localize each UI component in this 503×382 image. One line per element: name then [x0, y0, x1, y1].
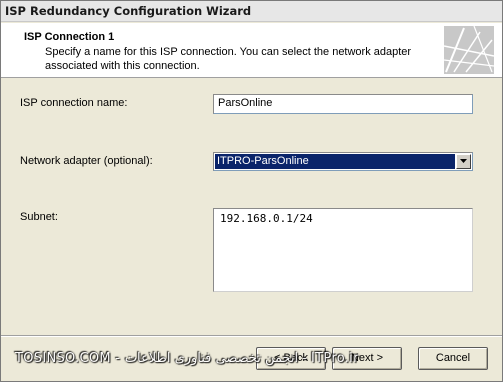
wizard-graphic-icon	[444, 26, 494, 74]
connection-name-input[interactable]: ParsOnline	[213, 94, 473, 114]
dropdown-arrow-icon[interactable]	[456, 154, 471, 169]
cancel-button[interactable]: Cancel	[418, 347, 488, 370]
page-title: ISP Connection 1	[24, 31, 115, 43]
footer-divider	[1, 335, 502, 337]
title-bar[interactable]: ISP Redundancy Configuration Wizard	[1, 1, 502, 22]
wizard-window: ISP Redundancy Configuration Wizard ISP …	[0, 0, 503, 382]
page-description: Specify a name for this ISP connection. …	[45, 46, 412, 72]
subnet-list-item[interactable]: 192.168.0.1/24	[220, 212, 313, 225]
watermark-text: TOSINSO.COM - انجمن تخصصی فناوری اطلاعات…	[15, 351, 359, 366]
subnet-list[interactable]: 192.168.0.1/24	[213, 208, 473, 292]
wizard-header: ISP Connection 1 Specify a name for this…	[1, 23, 502, 78]
network-adapter-selected-value: ITPRO-ParsOnline	[215, 154, 455, 169]
network-adapter-label: Network adapter (optional):	[20, 155, 153, 167]
window-title: ISP Redundancy Configuration Wizard	[5, 4, 252, 18]
connection-name-label: ISP connection name:	[20, 97, 128, 109]
subnet-label: Subnet:	[20, 211, 58, 223]
network-adapter-select[interactable]: ITPRO-ParsOnline	[213, 152, 473, 171]
